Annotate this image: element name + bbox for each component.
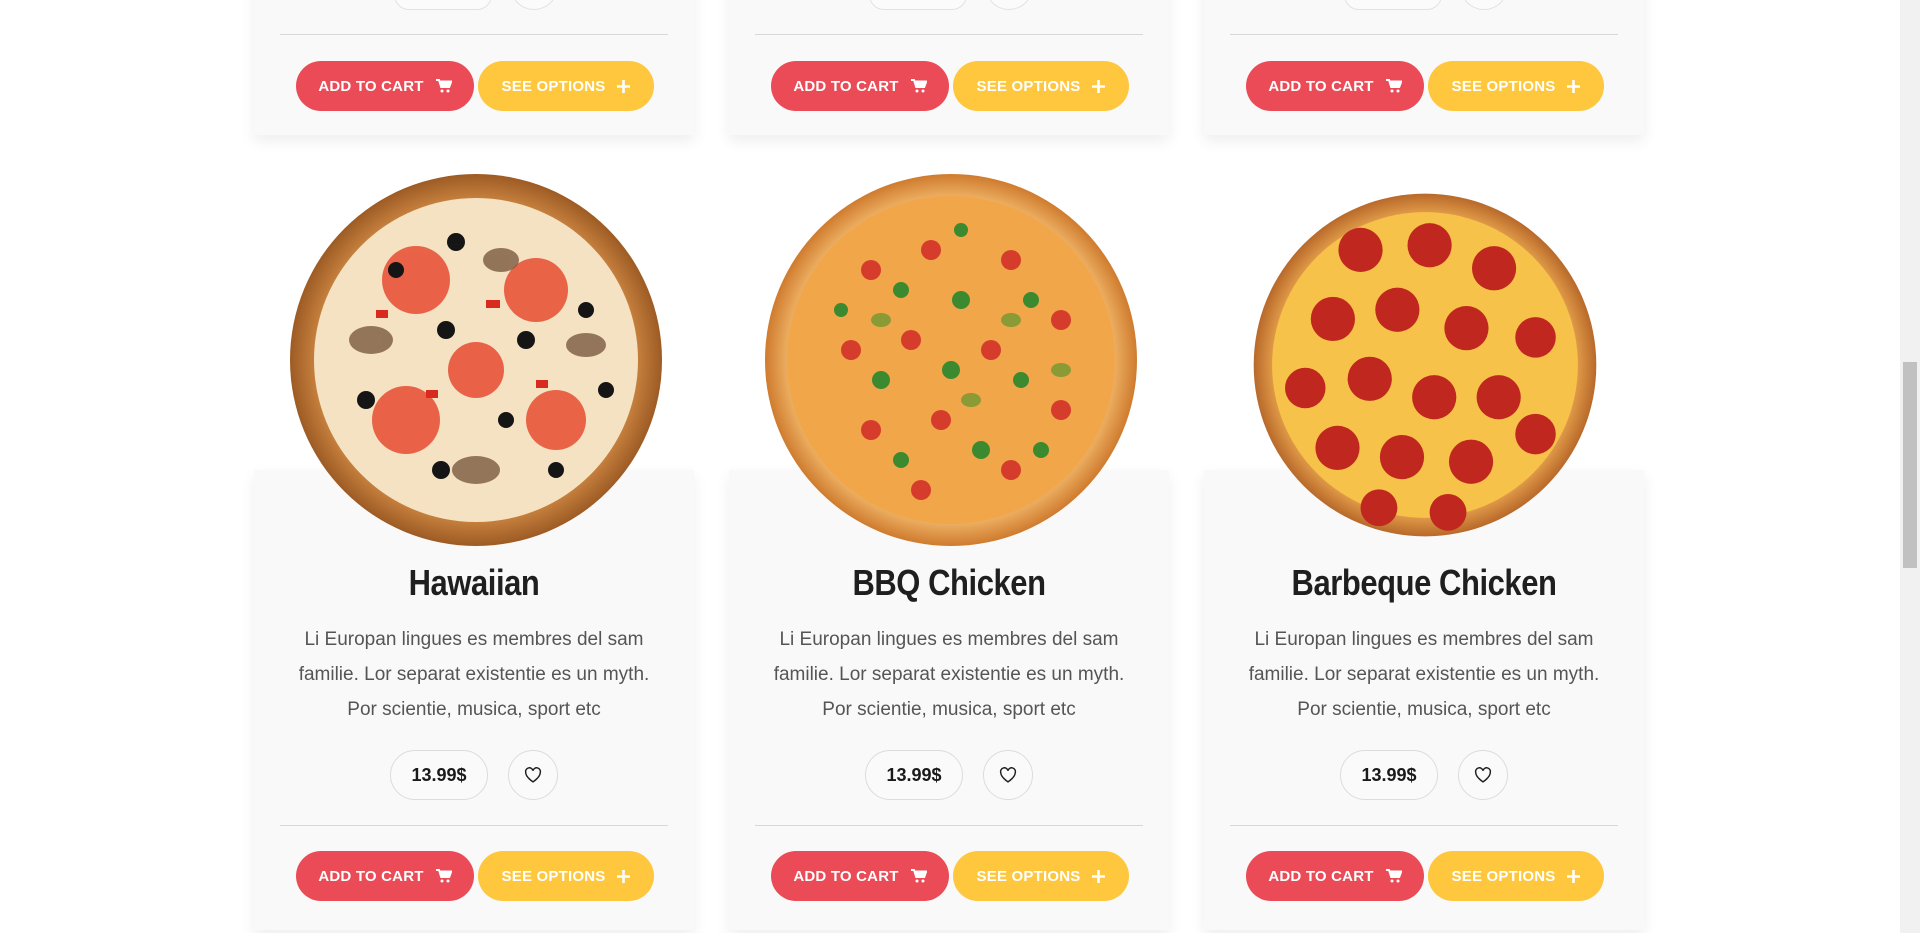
add-to-cart-label: ADD TO CART [318, 867, 424, 885]
pizza-bbq-icon [765, 174, 1137, 546]
divider [755, 825, 1143, 826]
product-description: Li Europan lingues es membres del sam fa… [1248, 629, 1600, 720]
add-to-cart-label: ADD TO CART [793, 867, 899, 885]
see-options-button[interactable]: SEE OPTIONS [478, 61, 654, 111]
divider [1230, 34, 1618, 35]
product-card-top-1: ADD TO CART SEE OPTIONS [254, 0, 694, 135]
product-title: Hawaiian [408, 562, 540, 603]
divider [1230, 825, 1618, 826]
favorite-button[interactable] [985, 0, 1033, 10]
favorite-button[interactable] [510, 0, 558, 10]
plus-icon [1567, 869, 1581, 883]
divider [755, 34, 1143, 35]
add-to-cart-button[interactable]: ADD TO CART [771, 61, 949, 111]
plus-icon [617, 79, 631, 93]
cart-icon [1385, 79, 1402, 93]
price: 13.99$ [1361, 764, 1417, 785]
plus-icon [1092, 79, 1106, 93]
heart-icon [999, 767, 1017, 783]
product-card-top-3: ADD TO CART SEE OPTIONS [1204, 0, 1644, 135]
add-to-cart-button[interactable]: ADD TO CART [296, 851, 474, 901]
add-to-cart-label: ADD TO CART [1268, 77, 1374, 95]
cart-icon [1385, 869, 1402, 883]
favorite-button[interactable] [508, 750, 558, 800]
add-to-cart-label: ADD TO CART [318, 77, 424, 95]
divider [280, 825, 668, 826]
product-title: Barbeque Chicken [1291, 562, 1557, 603]
add-to-cart-button[interactable]: ADD TO CART [1246, 61, 1424, 111]
product-description: Li Europan lingues es membres del sam fa… [298, 629, 650, 720]
pizza-pepperoni-icon [1253, 193, 1597, 537]
product-card-top-2: ADD TO CART SEE OPTIONS [729, 0, 1169, 135]
see-options-button[interactable]: SEE OPTIONS [953, 61, 1129, 111]
see-options-label: SEE OPTIONS [976, 867, 1081, 885]
see-options-label: SEE OPTIONS [1451, 77, 1556, 95]
cart-icon [435, 79, 452, 93]
plus-icon [1092, 869, 1106, 883]
plus-icon [617, 869, 631, 883]
price-pill [869, 0, 967, 10]
add-to-cart-button[interactable]: ADD TO CART [771, 851, 949, 901]
add-to-cart-button[interactable]: ADD TO CART [1246, 851, 1424, 901]
product-title: BBQ Chicken [852, 562, 1046, 603]
see-options-button[interactable]: SEE OPTIONS [1428, 61, 1604, 111]
plus-icon [1567, 79, 1581, 93]
see-options-button[interactable]: SEE OPTIONS [1428, 851, 1604, 901]
add-to-cart-label: ADD TO CART [1268, 867, 1374, 885]
price-pill: 13.99$ [1340, 750, 1438, 800]
scrollbar[interactable] [1900, 0, 1920, 933]
see-options-label: SEE OPTIONS [501, 867, 606, 885]
add-to-cart-label: ADD TO CART [793, 77, 899, 95]
cart-icon [910, 869, 927, 883]
price: 13.99$ [886, 764, 942, 785]
divider [280, 34, 668, 35]
see-options-label: SEE OPTIONS [976, 77, 1081, 95]
heart-icon [1474, 767, 1492, 783]
price-pill: 13.99$ [390, 750, 488, 800]
price-pill [1344, 0, 1442, 10]
heart-icon [524, 767, 542, 783]
page: ADD TO CART SEE OPTIONS ADD TO CART SEE … [0, 0, 1900, 933]
favorite-button[interactable] [1458, 750, 1508, 800]
see-options-label: SEE OPTIONS [501, 77, 606, 95]
favorite-button[interactable] [1460, 0, 1508, 10]
see-options-button[interactable]: SEE OPTIONS [953, 851, 1129, 901]
see-options-label: SEE OPTIONS [1451, 867, 1556, 885]
favorite-button[interactable] [983, 750, 1033, 800]
price-pill [394, 0, 492, 10]
price-pill: 13.99$ [865, 750, 963, 800]
pizza-vegetable-icon [290, 174, 662, 546]
cart-icon [910, 79, 927, 93]
cart-icon [435, 869, 452, 883]
add-to-cart-button[interactable]: ADD TO CART [296, 61, 474, 111]
see-options-button[interactable]: SEE OPTIONS [478, 851, 654, 901]
scrollbar-thumb[interactable] [1903, 362, 1917, 568]
product-description: Li Europan lingues es membres del sam fa… [773, 629, 1125, 720]
price: 13.99$ [411, 764, 467, 785]
